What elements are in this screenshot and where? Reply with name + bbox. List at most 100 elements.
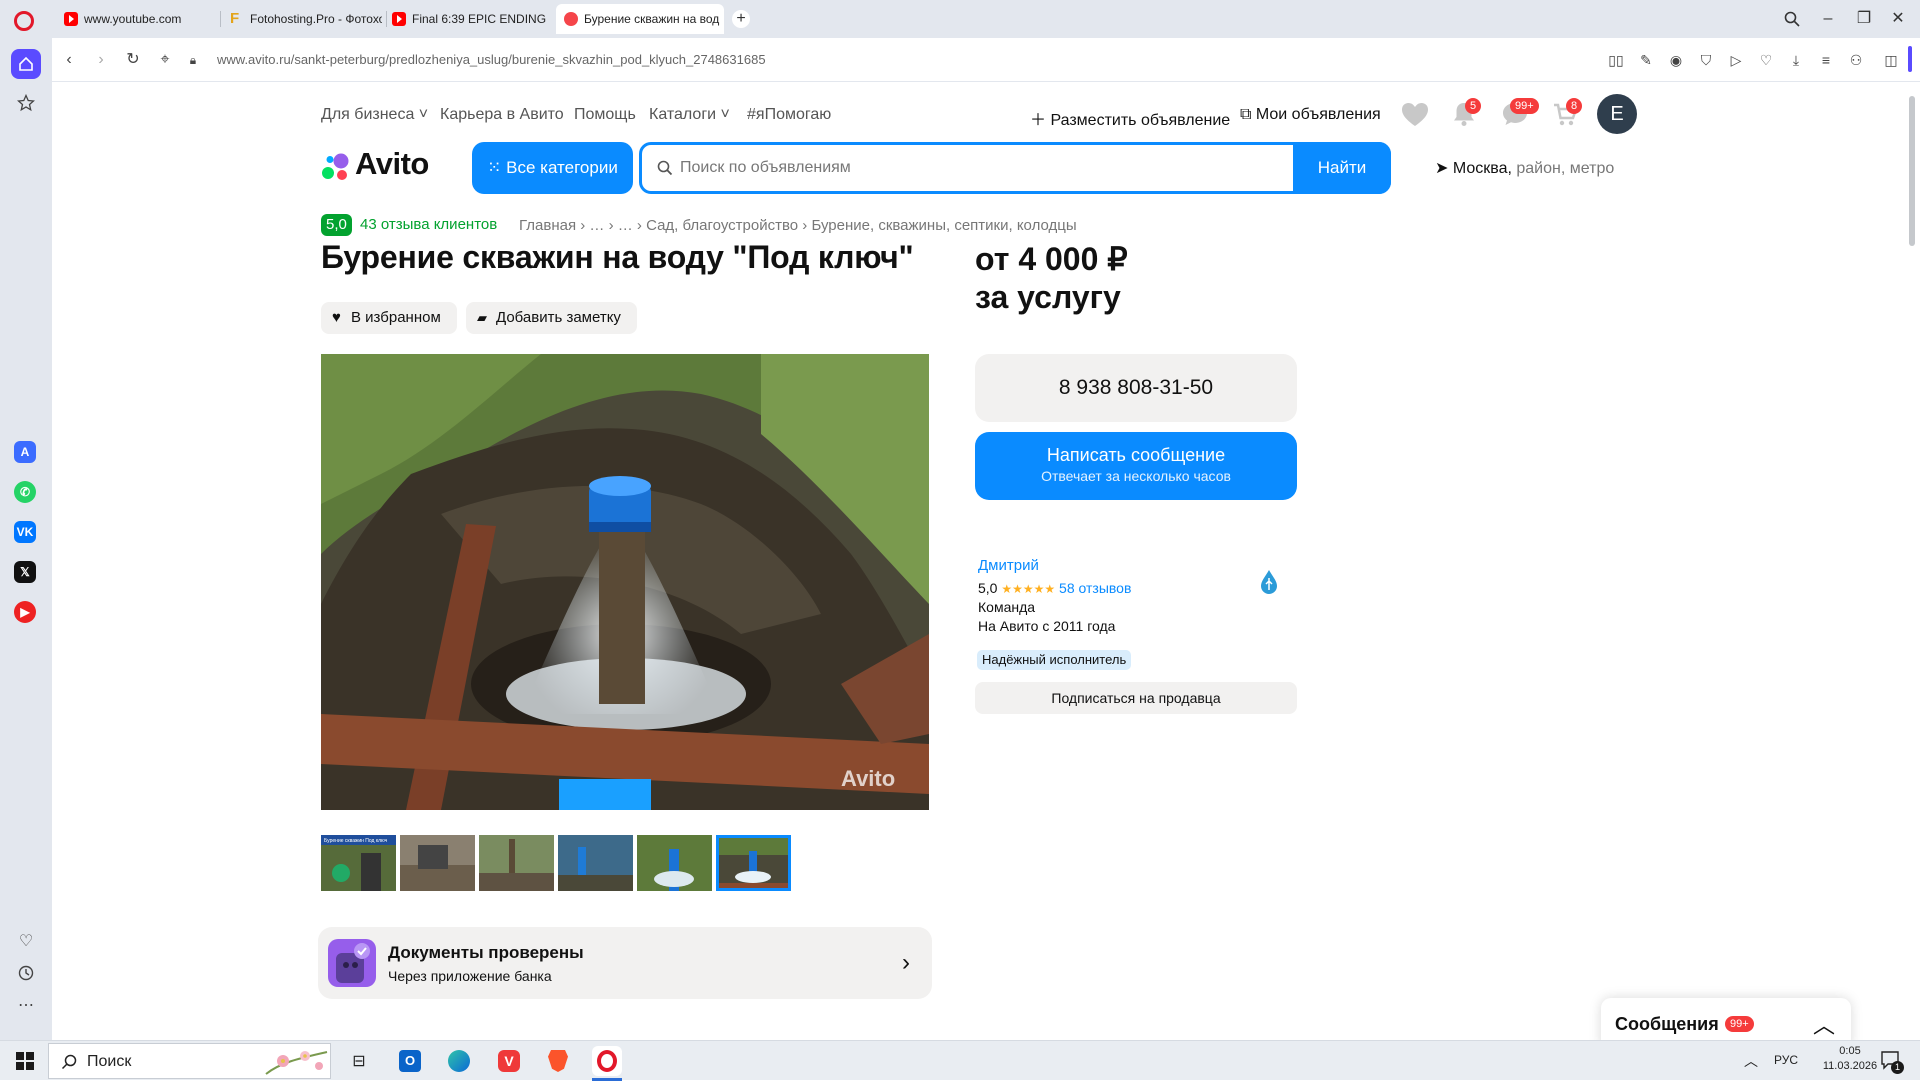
chevron-up-tray-icon[interactable]: ︿: [1744, 1051, 1758, 1071]
thumbnail-5[interactable]: [637, 835, 712, 891]
heart-icon[interactable]: ♡: [11, 926, 41, 956]
opera-taskbar-icon[interactable]: [592, 1046, 622, 1076]
avito-page: Для бизнеса ˅ Карьера в Авито Помощь Кат…: [52, 82, 1904, 1040]
location-selector[interactable]: ➤ Москва, район, метро: [1435, 158, 1614, 178]
vivaldi-icon[interactable]: V: [494, 1046, 524, 1076]
favorites-heart-icon[interactable]: [1401, 102, 1429, 128]
seller-reviews-link[interactable]: 58 отзывов: [1059, 580, 1131, 596]
clock-time: 0:05: [1839, 1045, 1861, 1057]
main-photo[interactable]: Avito: [321, 354, 929, 810]
tab-youtube-video[interactable]: Final 6:39 EPIC ENDING N: [384, 6, 550, 32]
stars-icon: ★★★★★: [1001, 582, 1056, 596]
new-tab-button[interactable]: +: [732, 10, 750, 28]
page-title: Бурение скважин на воду "Под ключ": [321, 239, 914, 275]
more-icon[interactable]: ⋯: [11, 990, 41, 1020]
close-window-icon[interactable]: ✕: [1886, 8, 1910, 30]
language-indicator[interactable]: РУС: [1774, 1053, 1798, 1067]
phone-button[interactable]: 8 938 808-31-50: [975, 354, 1297, 422]
reload-icon[interactable]: ↻: [124, 51, 142, 69]
docs-title: Документы проверены: [388, 943, 584, 962]
player-icon[interactable]: ▶: [14, 601, 36, 623]
edit-icon[interactable]: ✎: [1637, 51, 1655, 69]
breadcrumb[interactable]: Главная › … › … › Сад, благоустройство ›…: [519, 217, 1077, 234]
opera-logo-icon[interactable]: [14, 11, 34, 31]
brave-icon[interactable]: [543, 1046, 573, 1076]
page-scrollbar[interactable]: [1904, 82, 1920, 1040]
tab-youtube[interactable]: www.youtube.com: [56, 6, 216, 32]
home-icon[interactable]: [11, 49, 41, 79]
link-business[interactable]: Для бизнеса ˅: [321, 106, 428, 124]
trusted-performer-badge: Надёжный исполнитель: [977, 650, 1132, 670]
outlook-icon[interactable]: O: [395, 1046, 425, 1076]
minimize-icon[interactable]: –: [1816, 8, 1840, 30]
avito-logo-dots-icon[interactable]: [321, 152, 351, 182]
history-icon[interactable]: [11, 958, 41, 988]
heart-outline-icon[interactable]: ♡: [1757, 51, 1775, 69]
rating-pill: 5,0: [321, 214, 352, 236]
location-pin-icon[interactable]: ⌖: [156, 51, 174, 69]
favorite-button[interactable]: ♥ В избранном: [321, 302, 457, 334]
thumbnail-6-selected[interactable]: [716, 835, 791, 891]
clock[interactable]: 0:05 11.03.2026: [1822, 1045, 1878, 1072]
link-catalogs[interactable]: Каталоги ˅: [649, 106, 730, 124]
x-twitter-icon[interactable]: 𝕏: [14, 561, 36, 583]
play-icon[interactable]: ▷: [1727, 51, 1745, 69]
messages-panel[interactable]: Сообщения 99+ ︿: [1601, 998, 1851, 1040]
thumbnail-1[interactable]: Бурение скважин Под ключ: [321, 835, 396, 891]
navigation-arrow-icon: ➤: [1435, 160, 1449, 177]
notifications-badge: 5: [1465, 98, 1482, 114]
task-view-icon[interactable]: ⊟: [344, 1046, 374, 1076]
reviews-link[interactable]: 43 отзыва клиентов: [360, 216, 497, 233]
search-button[interactable]: Найти: [1293, 142, 1391, 194]
scrollbar-thumb[interactable]: [1909, 96, 1915, 246]
thumbnail-4[interactable]: [558, 835, 633, 891]
vk-icon[interactable]: VK: [14, 521, 36, 543]
thumbnail-2[interactable]: [400, 835, 475, 891]
write-message-button[interactable]: Написать сообщение Отвечает за несколько…: [975, 432, 1297, 500]
tab-avito-active[interactable]: Бурение скважин на вод: [556, 4, 724, 34]
subscribe-seller-button[interactable]: Подписаться на продавца: [975, 682, 1297, 714]
profile-icon[interactable]: ⚇: [1847, 51, 1865, 69]
link-ya-pomogayu[interactable]: #яПомогаю: [747, 106, 831, 124]
seller-logo-drop-icon[interactable]: [1257, 568, 1281, 596]
seller-name-link[interactable]: Дмитрий: [978, 557, 1039, 574]
tab-fotohosting[interactable]: F Fotohosting.Pro - Фотохо: [222, 6, 382, 32]
menu-icon[interactable]: ≡: [1817, 51, 1835, 69]
link-help[interactable]: Помощь: [574, 106, 636, 124]
seller-rating: 5,0 ★★★★★ 58 отзывов: [978, 580, 1132, 596]
whatsapp-icon[interactable]: ✆: [14, 481, 36, 503]
avatar[interactable]: E: [1597, 94, 1637, 134]
sidebar-toggle-icon[interactable]: [1908, 46, 1912, 72]
camera-icon[interactable]: ◉: [1667, 51, 1685, 69]
chevron-up-icon[interactable]: ︿: [1813, 1008, 1835, 1040]
tab-search-icon[interactable]: [1780, 8, 1804, 30]
reader-icon[interactable]: ▯▯: [1607, 51, 1625, 69]
windows-start-icon[interactable]: [10, 1046, 40, 1076]
price-unit: за услугу: [975, 279, 1121, 315]
aria-icon[interactable]: A: [14, 441, 36, 463]
post-ad-button[interactable]: ＋ Разместить объявление: [1030, 106, 1230, 130]
taskbar-search-box[interactable]: Поиск: [48, 1043, 331, 1079]
all-categories-button[interactable]: ⁙ Все категории: [472, 142, 633, 194]
edge-icon[interactable]: [444, 1046, 474, 1076]
box-icon[interactable]: ◫: [1882, 51, 1900, 69]
forward-icon[interactable]: ›: [92, 51, 110, 69]
search-input[interactable]: [680, 145, 1280, 191]
shield-icon[interactable]: ⛉: [1697, 51, 1715, 69]
heart-filled-icon: ♥: [332, 309, 341, 326]
opera-sidebar: A ✆ VK 𝕏 ▶ ♡ ⋯: [0, 38, 52, 1040]
add-note-button[interactable]: ▰ Добавить заметку: [466, 302, 637, 334]
link-career[interactable]: Карьера в Авито: [440, 106, 564, 124]
documents-verified-card[interactable]: Документы проверены Через приложение бан…: [318, 927, 932, 999]
restore-icon[interactable]: ❐: [1852, 8, 1876, 30]
back-icon[interactable]: ‹: [60, 51, 78, 69]
url-host: www.avito.ru: [217, 52, 291, 67]
youtube-icon: [392, 12, 406, 26]
thumbnail-3[interactable]: [479, 835, 554, 891]
url-field[interactable]: www.avito.ru/sankt-peterburg/predlozheni…: [217, 52, 766, 67]
avito-logo-text[interactable]: Avito: [355, 146, 429, 182]
download-icon[interactable]: ⤓: [1787, 51, 1805, 69]
star-icon[interactable]: [11, 88, 41, 118]
lock-icon[interactable]: 🔒︎: [184, 51, 202, 69]
my-ads-button[interactable]: ⧉ Мои объявления: [1240, 106, 1381, 124]
